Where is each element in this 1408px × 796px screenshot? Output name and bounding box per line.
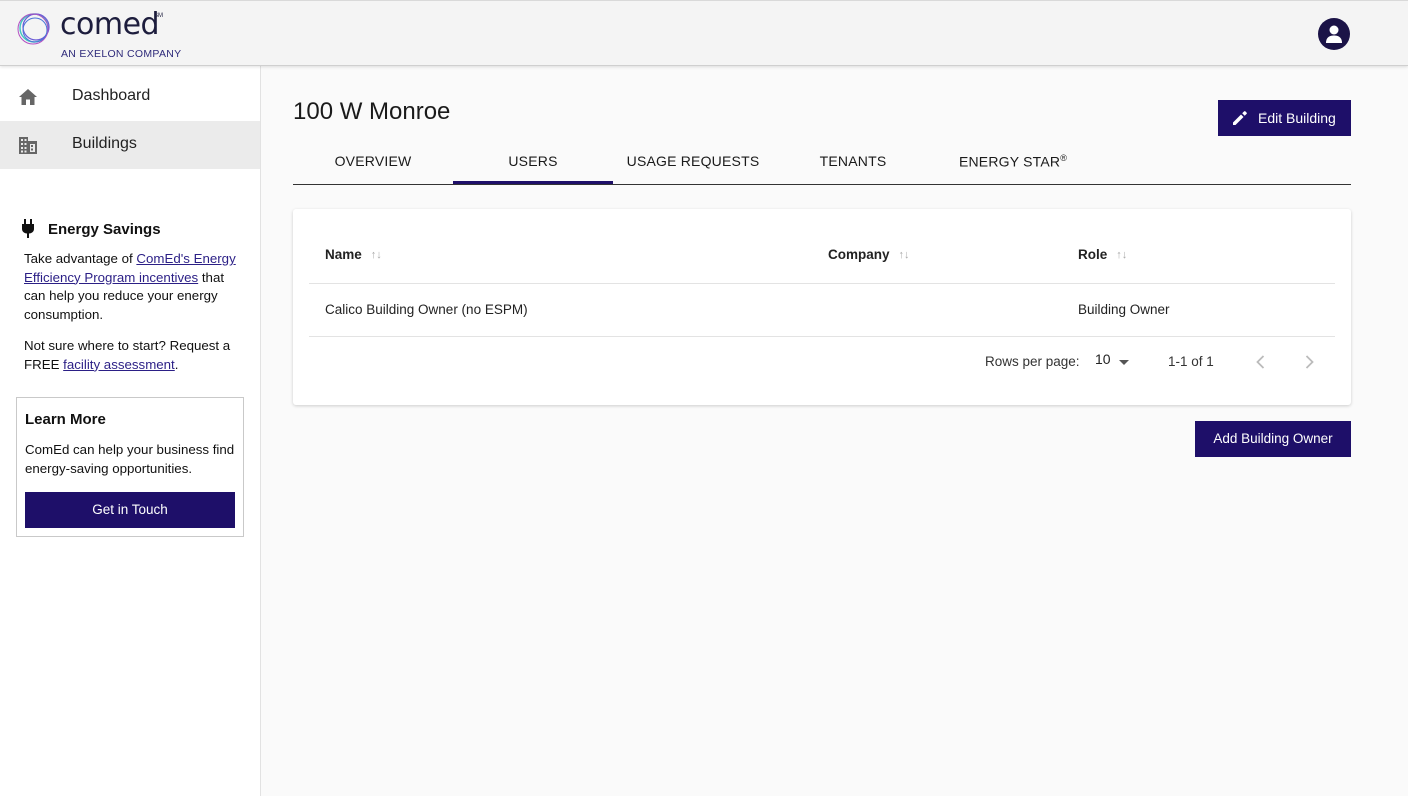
chevron-left-icon[interactable]	[1251, 352, 1271, 372]
logo-wordmark: comed	[60, 7, 160, 42]
pagination-range: 1-1 of 1	[1168, 354, 1214, 369]
sidebar: Dashboard Buildings Energy Savings Take …	[0, 66, 261, 796]
tab-label: TENANTS	[819, 153, 887, 169]
tab-label: OVERVIEW	[334, 153, 412, 169]
learn-more-title: Learn More	[25, 411, 106, 428]
chevron-right-icon[interactable]	[1299, 352, 1319, 372]
tab-energy-star[interactable]: ENERGY STAR®	[933, 140, 1093, 184]
tab-label-text: ENERGY STAR	[958, 153, 1061, 170]
registered-mark: ®	[1060, 153, 1068, 163]
column-label: Company	[828, 247, 890, 262]
account-circle-icon	[1326, 25, 1342, 43]
edit-building-button[interactable]: Edit Building	[1218, 100, 1351, 136]
add-building-owner-button[interactable]: Add Building Owner	[1195, 421, 1351, 457]
sort-icon[interactable]: ↑↓	[371, 249, 382, 261]
edit-building-label: Edit Building	[1258, 110, 1336, 126]
rows-per-page-select[interactable]: 10	[1095, 351, 1135, 373]
row-divider	[309, 283, 1335, 284]
home-icon	[19, 89, 37, 105]
energy-savings-title: Energy Savings	[48, 221, 161, 238]
tab-users[interactable]: USERS	[453, 140, 613, 184]
row-divider	[309, 336, 1335, 337]
column-header-company[interactable]: Company ↑↓	[828, 247, 910, 262]
facility-assessment-link[interactable]: facility assessment	[63, 357, 175, 372]
top-header: comed SM AN EXELON COMPANY	[0, 0, 1408, 66]
cell-role: Building Owner	[1078, 302, 1170, 317]
tab-label: USERS	[508, 153, 558, 169]
column-label: Name	[325, 247, 362, 262]
users-table-card: Name ↑↓ Company ↑↓ Role ↑↓ Calico Building …	[293, 209, 1351, 405]
tab-label: USAGE REQUESTS	[626, 153, 760, 169]
sidebar-item-label: Dashboard	[72, 87, 151, 104]
logo-service-mark: SM	[154, 13, 163, 19]
get-in-touch-button[interactable]: Get in Touch	[25, 492, 235, 528]
tab-usage-requests[interactable]: USAGE REQUESTS	[613, 140, 773, 184]
learn-more-text: ComEd can help your business find energy…	[25, 442, 235, 476]
learn-more-card: Learn More ComEd can help your business …	[16, 397, 244, 537]
column-header-role[interactable]: Role ↑↓	[1078, 247, 1127, 262]
logo-subtitle: AN EXELON COMPANY	[61, 48, 182, 60]
column-label: Role	[1078, 247, 1108, 262]
sidebar-item-dashboard[interactable]: Dashboard	[0, 73, 260, 121]
assess-text-after: .	[174, 356, 179, 372]
pencil-icon	[1233, 111, 1247, 125]
energy-savings-text: Take advantage of ComEd's Energy Efficie…	[24, 250, 248, 324]
plug-icon	[22, 219, 34, 238]
tab-tenants[interactable]: TENANTS	[773, 140, 933, 184]
sort-icon[interactable]: ↑↓	[899, 249, 910, 261]
cell-name: Calico Building Owner (no ESPM)	[325, 302, 528, 317]
sidebar-item-label: Buildings	[72, 135, 137, 152]
account-button[interactable]	[1318, 18, 1350, 50]
logo-swirl-icon	[17, 13, 50, 45]
facility-assessment-text: Not sure where to start? Request a FREE …	[24, 337, 248, 374]
tab-label: ENERGY STAR®	[933, 153, 1093, 170]
comed-logo[interactable]: comed SM AN EXELON COMPANY	[16, 7, 196, 61]
page-title: 100 W Monroe	[293, 98, 451, 125]
rows-per-page-label: Rows per page:	[985, 354, 1080, 369]
caret-down-icon	[1119, 360, 1129, 365]
sort-icon[interactable]: ↑↓	[1116, 249, 1127, 261]
building-tabs: OVERVIEW USERS USAGE REQUESTS TENANTS EN…	[293, 140, 1351, 185]
savings-text-before: Take advantage of	[24, 251, 137, 266]
rows-per-page-value: 10	[1095, 351, 1111, 367]
building-icon	[19, 137, 37, 154]
tab-overview[interactable]: OVERVIEW	[293, 140, 453, 184]
column-header-name[interactable]: Name ↑↓	[325, 247, 382, 262]
sidebar-item-buildings[interactable]: Buildings	[0, 121, 260, 169]
